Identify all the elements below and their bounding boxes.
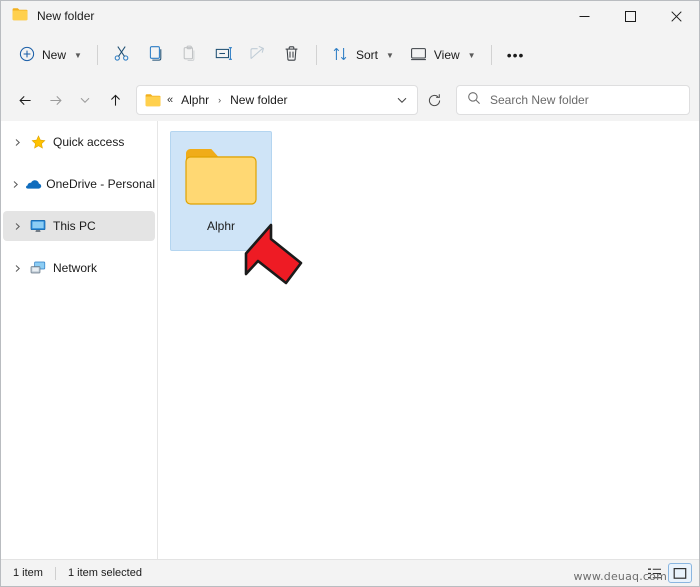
folder-icon — [145, 93, 161, 107]
navigation-pane: Quick access OneDrive - Personal This PC… — [1, 121, 158, 559]
chevron-down-icon: ▼ — [385, 50, 394, 60]
address-bar-row: « Alphr › New folder Search New folder — [1, 79, 699, 121]
new-button-label: New — [42, 48, 67, 62]
item-count: 1 item — [13, 567, 43, 579]
toolbar-divider-2 — [315, 45, 317, 65]
sidebar-item-label: This PC — [53, 219, 96, 233]
star-icon — [27, 134, 49, 150]
folder-icon — [184, 145, 258, 212]
monitor-icon — [27, 219, 49, 233]
share-button[interactable] — [241, 39, 275, 71]
sidebar-item-quick-access[interactable]: Quick access — [3, 127, 155, 157]
forward-button[interactable] — [40, 85, 70, 115]
search-icon — [467, 91, 481, 110]
chevron-right-icon[interactable] — [7, 130, 27, 154]
up-button[interactable] — [100, 85, 130, 115]
back-button[interactable] — [10, 85, 40, 115]
breadcrumb-overflow[interactable]: « — [167, 94, 173, 106]
breadcrumb-item-1[interactable]: New folder — [228, 93, 289, 107]
selection-status: 1 item selected — [67, 567, 142, 579]
close-button[interactable] — [653, 1, 699, 31]
view-button[interactable]: View ▼ — [402, 39, 484, 71]
copy-icon — [147, 45, 164, 65]
file-list-view[interactable]: Alphr — [158, 121, 699, 559]
window-controls — [561, 1, 699, 31]
sort-button-label: Sort — [355, 48, 378, 62]
toolbar-divider-3 — [490, 45, 492, 65]
minimize-button[interactable] — [561, 1, 607, 31]
title-bar: New folder — [1, 1, 699, 31]
breadcrumb-separator: › — [218, 95, 222, 105]
paste-icon — [181, 45, 198, 65]
list-item-label: Alphr — [206, 219, 235, 233]
rename-icon — [215, 45, 233, 65]
view-mode-buttons — [642, 563, 699, 583]
explorer-body: Quick access OneDrive - Personal This PC… — [1, 121, 699, 559]
recent-locations-button[interactable] — [70, 85, 100, 115]
chevron-down-icon[interactable] — [391, 94, 413, 106]
details-view-icon[interactable] — [642, 563, 666, 583]
trash-icon — [283, 45, 300, 65]
folder-icon — [12, 7, 28, 26]
status-bar: 1 item 1 item selected www.deuaq.com — [1, 559, 699, 586]
search-box[interactable]: Search New folder — [456, 85, 690, 115]
chevron-right-icon[interactable] — [7, 256, 27, 280]
scissors-icon — [113, 45, 130, 65]
command-bar: New ▼ Sort ▼ View ▼ ••• — [1, 31, 699, 79]
new-button[interactable]: New ▼ — [11, 39, 90, 71]
plus-circle-icon — [19, 46, 35, 65]
chevron-right-icon[interactable] — [7, 172, 24, 196]
network-icon — [27, 261, 49, 275]
large-icons-view-icon[interactable] — [668, 563, 692, 583]
sidebar-item-label: OneDrive - Personal — [46, 177, 155, 191]
toolbar-divider — [96, 45, 98, 65]
window-title: New folder — [37, 9, 95, 23]
see-more-button[interactable]: ••• — [499, 39, 533, 71]
sort-button[interactable]: Sort ▼ — [324, 39, 402, 71]
status-divider — [54, 566, 56, 580]
sidebar-item-this-pc[interactable]: This PC — [3, 211, 155, 241]
cloud-icon — [24, 178, 42, 191]
title-bar-left: New folder — [1, 7, 94, 26]
ellipsis-icon: ••• — [506, 47, 525, 63]
chevron-down-icon: ▼ — [467, 50, 476, 60]
cut-button[interactable] — [105, 39, 139, 71]
sidebar-item-onedrive[interactable]: OneDrive - Personal — [3, 169, 155, 199]
copy-button[interactable] — [139, 39, 173, 71]
chevron-down-icon: ▼ — [74, 50, 82, 60]
refresh-button[interactable] — [420, 86, 448, 114]
maximize-button[interactable] — [607, 1, 653, 31]
sidebar-item-label: Network — [53, 261, 98, 275]
share-icon — [249, 45, 266, 65]
search-input[interactable]: Search New folder — [490, 93, 589, 107]
delete-button[interactable] — [275, 39, 309, 71]
chevron-right-icon[interactable] — [7, 214, 27, 238]
paste-button[interactable] — [173, 39, 207, 71]
sidebar-item-network[interactable]: Network — [3, 253, 155, 283]
monitor-icon — [410, 46, 427, 65]
breadcrumb-item-0[interactable]: Alphr — [179, 93, 211, 107]
sidebar-item-label: Quick access — [53, 135, 125, 149]
view-button-label: View — [433, 48, 460, 62]
breadcrumb[interactable]: « Alphr › New folder — [136, 85, 418, 115]
sort-arrows-icon — [332, 46, 349, 65]
list-item[interactable]: Alphr — [170, 131, 272, 251]
rename-button[interactable] — [207, 39, 241, 71]
file-explorer-window: New folder New ▼ Sort ▼ View ▼ ••• « Alp… — [0, 0, 700, 587]
